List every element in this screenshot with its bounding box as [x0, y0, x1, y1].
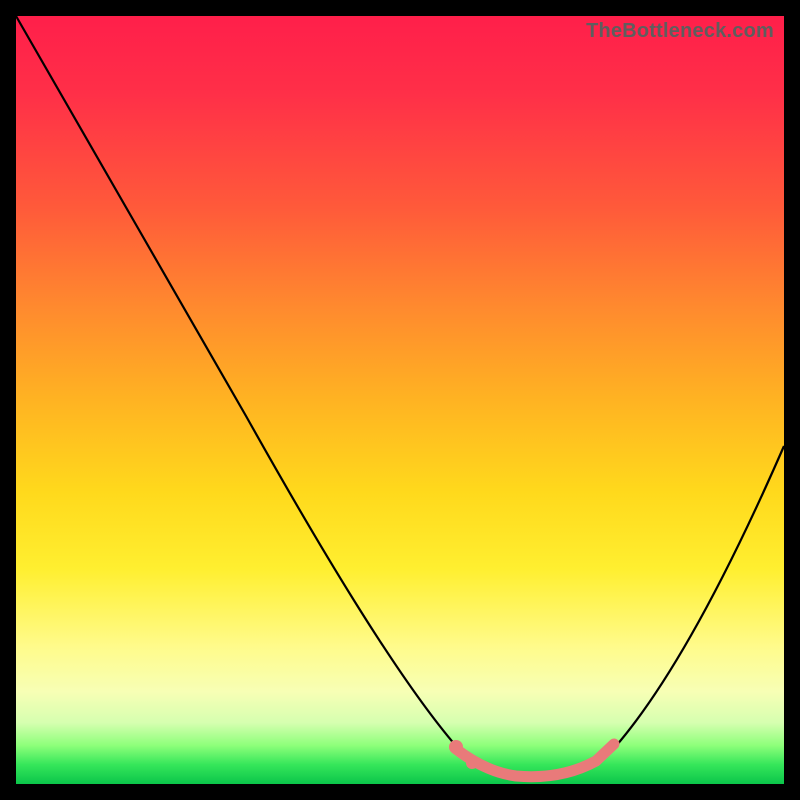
optimal-range-dot-left [449, 740, 463, 754]
optimal-range-dot-left-2 [466, 757, 478, 769]
gradient-plot-area: TheBottleneck.com [16, 16, 784, 784]
bottleneck-curve [16, 16, 784, 779]
optimal-range-marker [456, 744, 614, 777]
chart-stage: TheBottleneck.com [0, 0, 800, 800]
curve-layer [16, 16, 784, 784]
